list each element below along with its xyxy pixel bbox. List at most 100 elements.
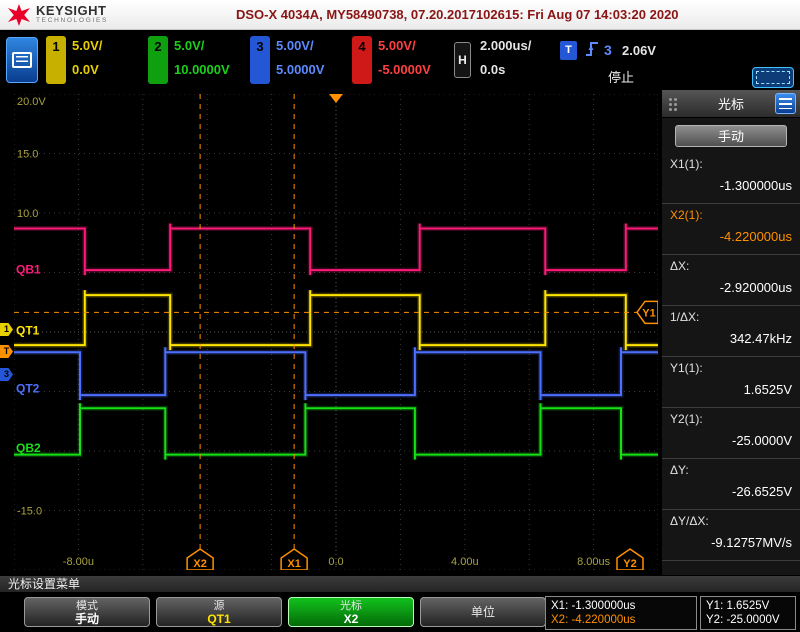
trigger-badge: T: [560, 41, 577, 60]
wave-label-QT2: QT2: [16, 382, 40, 396]
cursor-mode-button[interactable]: 手动: [675, 125, 787, 147]
panel-drag-handle[interactable]: [669, 98, 672, 101]
wave-glow-QB2: [14, 403, 658, 460]
trigger-edge-icon: [586, 42, 598, 56]
y2-label: Y2(1):: [670, 412, 703, 426]
wave-glow-QT2: [14, 347, 658, 401]
timebase-text: 2.000us/ 0.0s: [480, 38, 554, 77]
timebase-delay: 0.0s: [480, 62, 506, 77]
trigger-position-marker: [329, 94, 343, 103]
x1-cursor-flag-label: X1: [287, 558, 300, 570]
softkey-cursor-value: X2: [343, 612, 359, 626]
softkey-mode[interactable]: 模式 手动: [24, 597, 150, 627]
x-axis-label: 8.00us: [577, 556, 611, 568]
channel3-badge: 3: [250, 36, 270, 84]
panel-menu-icon[interactable]: [775, 93, 796, 114]
softkey-cursor-label: 光标: [340, 600, 362, 612]
channel4-scale: 5.00V/: [378, 38, 416, 53]
ch3-ground-marker[interactable]: 3: [0, 368, 13, 381]
channel1-offset: 0.0V: [72, 62, 99, 77]
channel1-text: 5.0V/ 0.0V: [72, 38, 146, 77]
softkey-mode-label: 模式: [76, 600, 98, 612]
softkey-source-value: QT1: [207, 612, 231, 626]
slope-value: -9.12757MV/s: [711, 535, 792, 550]
ch1-ground-marker[interactable]: 1: [0, 323, 13, 336]
softkey-cursor[interactable]: 光标 X2: [288, 597, 414, 627]
channel1-badge: 1: [46, 36, 66, 84]
channel2-text: 5.0V/ 10.0000V: [174, 38, 248, 77]
channel2-badge: 2: [148, 36, 168, 84]
wave-glow-QB1: [14, 223, 658, 276]
xy-cursor-readout-x: X1: -1.300000us X2: -4.220000us: [545, 596, 697, 630]
instrument-title: DSO-X 4034A, MY58490738, 07.20.201710261…: [236, 7, 679, 22]
softkey-bar: 模式 手动 源 QT1 光标 X2 单位 X1: -1.300000us X2:…: [0, 592, 800, 632]
delta-y-label: ΔY:: [670, 463, 689, 477]
channel3-text: 5.00V/ 5.0000V: [276, 38, 350, 77]
softkey-units-label: 单位: [470, 605, 495, 619]
y-axis-label: 20.0V: [17, 96, 46, 108]
inv-delta-x-value: 342.47kHz: [729, 331, 792, 346]
wave-label-QT1: QT1: [16, 323, 40, 337]
brand-name: KEYSIGHT: [36, 3, 107, 18]
readout-y2: Y2: -25.0000V: [706, 614, 780, 626]
channel4-offset: -5.0000V: [378, 62, 431, 77]
wave-QT1: [14, 290, 658, 351]
x2-readout-row: X2(1): -4.220000us: [662, 204, 800, 255]
trigger-status[interactable]: T 3 2.06V 停止: [560, 36, 740, 85]
y-axis-label: 10.0: [17, 208, 38, 220]
timebase-scale: 2.000us/: [480, 38, 532, 53]
y1-value: 1.6525V: [743, 382, 792, 397]
scope-plot: QB1 QT1 QT2 QB2 20.0V 15.0 10.0 -15.0 -8.00u 0.0 4…: [14, 94, 658, 570]
x-axis-label: -8.00u: [63, 556, 94, 568]
menu-button[interactable]: [6, 37, 38, 83]
wave-label-QB1: QB1: [16, 263, 41, 277]
y1-readout-row: Y1(1): 1.6525V: [662, 357, 800, 408]
channel4-badge: 4: [352, 36, 372, 84]
channel-status-bar: 1 5.0V/ 0.0V 2 5.0V/ 10.0000V 3 5.00V/ 5…: [0, 30, 800, 113]
cursor-panel: 光标 手动 X1(1): -1.300000us X2(1): -4.22000…: [662, 90, 800, 575]
x1-label: X1(1):: [670, 157, 703, 171]
softkey-source[interactable]: 源 QT1: [156, 597, 282, 627]
touch-screen-icon[interactable]: [752, 67, 794, 88]
x-axis-label: 0.0: [328, 556, 343, 568]
channel4-status[interactable]: 4 5.00V/ -5.0000V: [352, 36, 452, 84]
y2-value: -25.0000V: [732, 433, 792, 448]
touch-zone-glyph: [756, 71, 790, 84]
inv-delta-x-readout-row: 1/ΔX: 342.47kHz: [662, 306, 800, 357]
channel4-text: 5.00V/ -5.0000V: [378, 38, 452, 77]
timebase-badge: H: [454, 42, 471, 78]
x2-label: X2(1):: [670, 208, 703, 222]
x1-readout-row: X1(1): -1.300000us: [662, 153, 800, 204]
softkey-source-label: 源: [213, 600, 225, 612]
x-axis-label: 4.00u: [451, 556, 479, 568]
delta-y-readout-row: ΔY: -26.6525V: [662, 459, 800, 510]
trigger-level: 2.06V: [622, 43, 656, 58]
channel3-offset: 5.0000V: [276, 62, 325, 77]
channel3-scale: 5.00V/: [276, 38, 314, 53]
wave-QT2: [14, 347, 658, 401]
x2-value: -4.220000us: [719, 229, 792, 244]
wave-label-QB2: QB2: [16, 441, 41, 455]
waveform-display: QB1 QT1 QT2 QB2 20.0V 15.0 10.0 -15.0 -8.00u 0.0 4…: [0, 90, 662, 575]
channel3-status[interactable]: 3 5.00V/ 5.0000V: [250, 36, 350, 84]
channel1-status[interactable]: 1 5.0V/ 0.0V: [46, 36, 146, 84]
keysight-spark-icon: [8, 3, 30, 26]
delta-x-value: -2.920000us: [719, 280, 792, 295]
panel-menu-glyph: [779, 98, 792, 109]
y2-cursor-flag-label: Y2: [623, 558, 636, 570]
slope-label: ΔY/ΔX:: [670, 514, 709, 528]
softkey-units[interactable]: 单位: [420, 597, 546, 627]
readout-x1: X1: -1.300000us: [551, 600, 636, 612]
timebase-status[interactable]: H 2.000us/ 0.0s: [454, 36, 554, 84]
x1-value: -1.300000us: [719, 178, 792, 193]
xy-cursor-readout-y: Y1: 1.6525V Y2: -25.0000V: [700, 596, 796, 630]
delta-x-label: ΔX:: [670, 259, 690, 273]
trigger-level-marker[interactable]: T: [0, 345, 13, 358]
title-bar: KEYSIGHT TECHNOLOGIES DSO-X 4034A, MY584…: [0, 0, 800, 30]
cursor-panel-header: 光标: [662, 90, 800, 118]
channel2-status[interactable]: 2 5.0V/ 10.0000V: [148, 36, 248, 84]
softkey-mode-value: 手动: [74, 612, 99, 626]
wave-QB2: [14, 403, 658, 460]
trigger-source: 3: [604, 42, 612, 58]
inv-delta-x-label: 1/ΔX:: [670, 310, 700, 324]
